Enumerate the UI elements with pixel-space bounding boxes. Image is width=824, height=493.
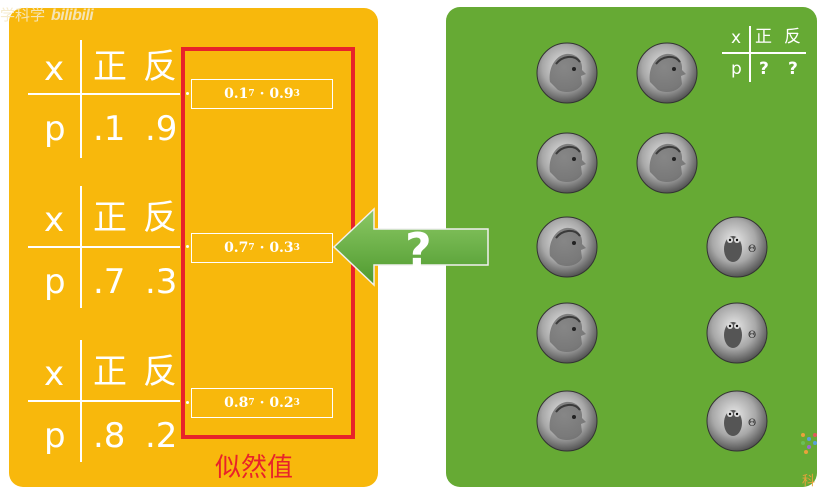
x-label: x [44,200,65,240]
formula-exp: 7 [248,398,255,408]
likelihood-formula-3: 0.8 7 · 0.2 3 [191,388,333,418]
formula-exp: 3 [293,398,300,408]
p-label: p [44,416,66,456]
table-divider-h [28,93,180,95]
channel-logo-icon [801,433,817,454]
likelihood-formula-2: 0.7 7 · 0.3 3 [191,233,333,263]
formula-dot: · [259,86,265,102]
tails-label: 反 [143,352,177,392]
formula-base: 0.9 [269,86,294,102]
x-label: x [44,354,65,394]
heads-label: 正 [93,352,127,392]
coin-tails-icon: Θ [706,390,768,452]
p-label: p [44,262,66,302]
table-divider-v [749,26,751,82]
coin-heads-icon [536,132,598,194]
table-divider-h [28,400,180,402]
table-divider-v [80,186,82,308]
p-tails-value: .9 [145,109,178,149]
formula-dot: · [259,240,265,256]
heads-label: 正 [93,198,127,238]
connector-dot [186,401,189,404]
watermark: 学科学 bilibili [0,4,94,25]
coin-heads-icon [636,132,698,194]
p-heads-value: .1 [93,109,126,149]
coin-heads-icon [536,42,598,104]
p-tails-unknown: ? [788,59,798,79]
p-heads-unknown: ? [759,59,769,79]
coin-tails-icon: Θ [706,216,768,278]
coin-heads-icon [536,302,598,364]
p-label: p [44,109,66,149]
p-tails-value: .3 [145,262,178,302]
tails-label: 反 [143,198,177,238]
formula-base: 0.2 [269,395,294,411]
channel-logo-text: 科 [802,474,816,489]
coin-heads-icon [536,216,598,278]
table-divider-v [80,340,82,462]
table-divider-h [722,52,806,54]
svg-text:Θ: Θ [748,418,756,429]
x-label: x [44,49,65,89]
coin-heads-icon [536,390,598,452]
formula-base: 0.8 [224,395,249,411]
formula-base: 0.7 [224,240,249,256]
formula-exp: 3 [293,89,300,99]
formula-base: 0.1 [224,86,249,102]
p-label: p [731,59,742,79]
formula-exp: 3 [293,243,300,253]
formula-exp: 7 [248,89,255,99]
svg-text:Θ: Θ [748,244,756,255]
connector-dot [186,245,189,248]
p-heads-value: .7 [93,262,126,302]
coin-tails-icon: Θ [706,302,768,364]
table-divider-h [28,246,180,248]
likelihood-formula-1: 0.1 7 · 0.9 3 [191,79,333,109]
heads-label: 正 [755,27,772,47]
x-label: x [731,28,742,48]
svg-text:Θ: Θ [748,330,756,341]
p-heads-value: .8 [93,416,126,456]
heads-label: 正 [93,47,127,87]
watermark-text: 学科学 [0,6,46,24]
unknown-question-mark: ? [405,223,432,277]
likelihood-label: 似然值 [215,453,294,483]
bilibili-logo: bilibili [51,7,94,24]
p-tails-value: .2 [145,416,178,456]
coin-heads-icon [636,42,698,104]
tails-label: 反 [143,47,177,87]
tails-label: 反 [784,27,801,47]
connector-dot [186,92,189,95]
formula-dot: · [259,395,265,411]
formula-base: 0.3 [269,240,294,256]
formula-exp: 7 [248,243,255,253]
table-divider-v [80,40,82,158]
